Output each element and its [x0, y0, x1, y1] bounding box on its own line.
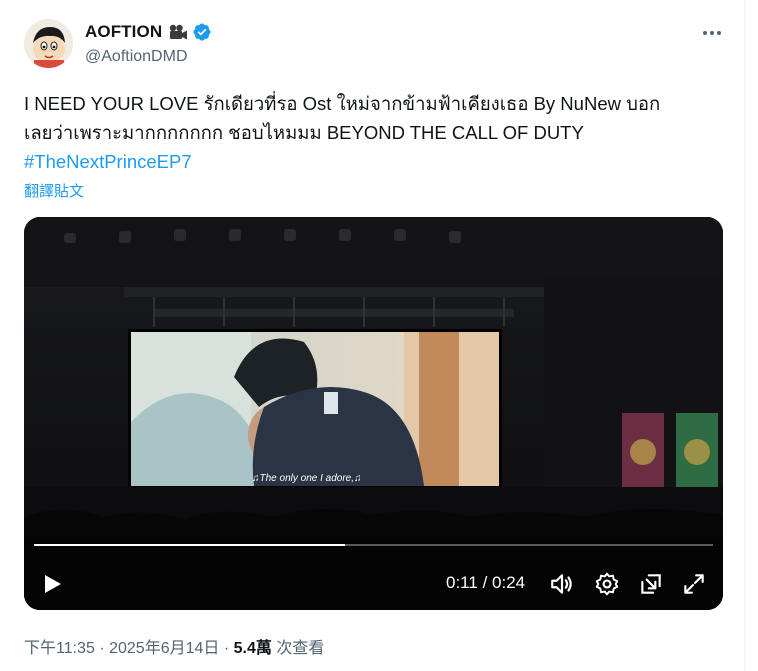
movie-camera-icon [170, 24, 188, 40]
tweet-text-line-1: I NEED YOUR LOVE รักเดียวที่รอ Ost ใหม่จ… [24, 93, 661, 114]
tweet-time[interactable]: 下午11:35 [24, 640, 95, 657]
tweet-card: AOFTION @AoftionDMD I NEED YOUR LOVE รัก… [0, 0, 745, 671]
pop-out-icon[interactable] [638, 571, 664, 597]
translate-post-link[interactable]: 翻譯貼文 [24, 180, 84, 201]
author-display-name[interactable]: AOFTION [85, 22, 162, 42]
tweet-text: I NEED YOUR LOVE รักเดียวที่รอ Ost ใหม่จ… [24, 89, 724, 176]
verified-badge-icon[interactable] [192, 22, 212, 42]
author-name-row[interactable]: AOFTION [85, 22, 212, 42]
more-dot-icon [710, 31, 714, 35]
current-time: 0:11 [446, 573, 478, 592]
time-separator: / [482, 573, 488, 592]
more-dot-icon [703, 31, 707, 35]
tweet-date[interactable]: 2025年6月14日 [109, 640, 219, 657]
settings-gear-icon[interactable] [594, 571, 620, 597]
views-label: 次查看 [276, 640, 325, 657]
tweet-meta: 下午11:35 · 2025年6月14日 · 5.4萬 次查看 [24, 634, 324, 658]
play-icon[interactable] [40, 572, 64, 596]
tweet-text-line-2: เลยว่าเพราะมากกกกกกก ชอบไหมมม BEYOND THE… [24, 122, 584, 143]
more-dot-icon [717, 31, 721, 35]
video-time: 0:11 / 0:24 [446, 573, 525, 593]
video-player[interactable]: ♫The only one I adore,♫ 0:11 / 0:24 [24, 217, 723, 610]
avatar[interactable] [24, 19, 73, 68]
volume-icon[interactable] [549, 571, 575, 597]
views-count: 5.4萬 [233, 640, 272, 657]
duration: 0:24 [492, 573, 526, 592]
author-handle[interactable]: @AoftionDMD [85, 48, 188, 66]
video-frame [24, 217, 723, 610]
video-caption: ♫The only one I adore,♫ [252, 473, 362, 484]
video-progress-fill [34, 544, 345, 546]
meta-separator: · [99, 640, 105, 657]
fullscreen-icon[interactable] [681, 571, 707, 597]
hashtag-link[interactable]: #TheNextPrinceEP7 [24, 147, 724, 176]
more-options-button[interactable] [698, 22, 726, 44]
meta-separator: · [223, 640, 230, 657]
video-progress-bar[interactable] [34, 544, 713, 546]
